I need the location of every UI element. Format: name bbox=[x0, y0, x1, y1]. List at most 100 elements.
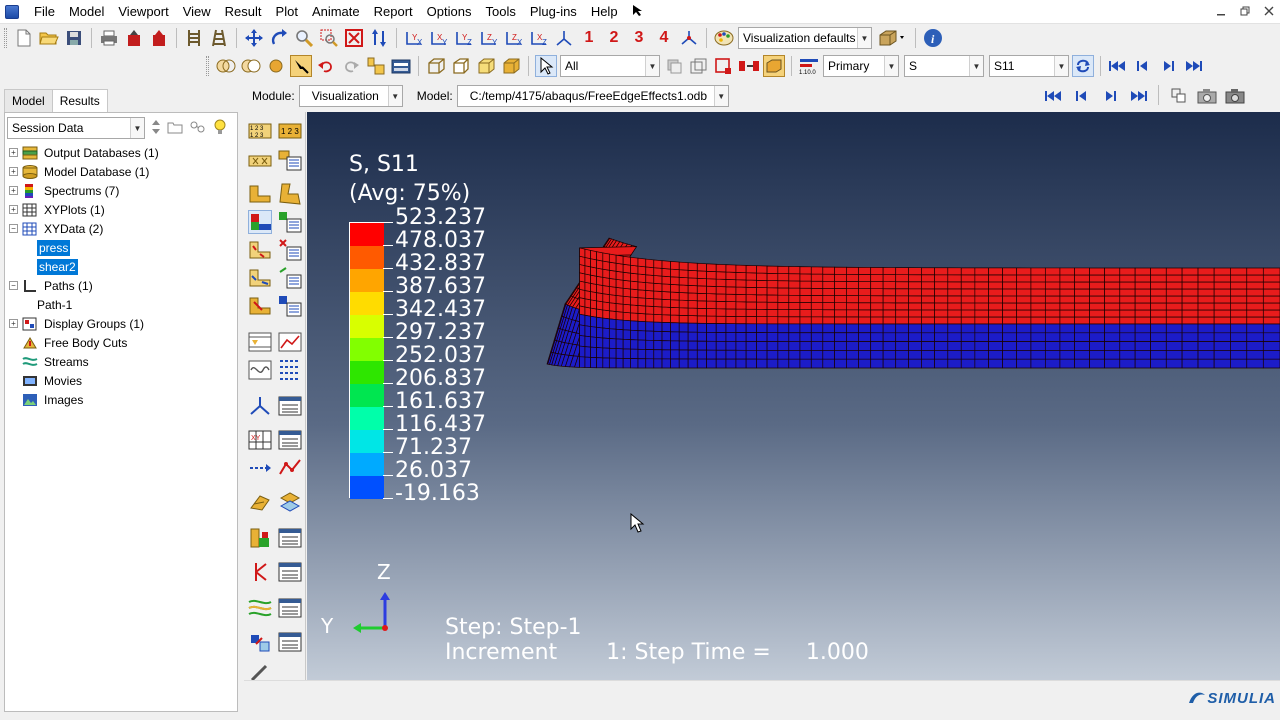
step-1-button[interactable]: 1 bbox=[578, 27, 600, 49]
pan-icon[interactable] bbox=[243, 27, 265, 49]
view-zy-icon[interactable]: ZY bbox=[478, 27, 500, 49]
menu-file[interactable]: File bbox=[27, 0, 62, 24]
camera-icon[interactable] bbox=[1196, 85, 1218, 107]
menu-tools[interactable]: Tools bbox=[478, 0, 522, 24]
link-viewports-icon[interactable] bbox=[1168, 85, 1190, 107]
menu-options[interactable]: Options bbox=[420, 0, 479, 24]
view-zx-icon[interactable]: ZX bbox=[503, 27, 525, 49]
selection-options-icon[interactable] bbox=[663, 55, 685, 77]
tree-node-xydata[interactable]: − XYData (2) bbox=[5, 219, 237, 238]
next-frame-icon[interactable] bbox=[1099, 85, 1121, 107]
close-icon[interactable] bbox=[1264, 6, 1274, 19]
view-yx-icon[interactable]: XY bbox=[428, 27, 450, 49]
contour-options-icon[interactable] bbox=[278, 210, 302, 234]
next-frame-icon[interactable] bbox=[1157, 55, 1179, 77]
tree-node-paths[interactable]: − Paths (1) bbox=[5, 276, 237, 295]
plot-contours-deformed-icon[interactable] bbox=[278, 182, 302, 206]
display-group-icon[interactable] bbox=[688, 55, 710, 77]
ladder-icon[interactable] bbox=[183, 27, 205, 49]
tree-node-free-body-cuts[interactable]: Free Body Cuts bbox=[5, 333, 237, 352]
box-select-icon[interactable] bbox=[713, 55, 735, 77]
first-frame-icon[interactable] bbox=[1043, 85, 1065, 107]
shaded-box-icon[interactable] bbox=[475, 55, 497, 77]
plot-display-group-icon[interactable] bbox=[248, 526, 272, 550]
fe-mesh[interactable] bbox=[307, 112, 1280, 680]
collapse-minus-icon[interactable]: − bbox=[9, 281, 18, 290]
step-2-button[interactable]: 2 bbox=[603, 27, 625, 49]
tree-node-shear2[interactable]: shear2 bbox=[5, 257, 237, 276]
rotate-icon[interactable] bbox=[268, 27, 290, 49]
view-xz-icon[interactable]: XZ bbox=[528, 27, 550, 49]
toolbar-grip[interactable] bbox=[4, 28, 7, 48]
display-group-manager-icon[interactable] bbox=[278, 526, 302, 550]
perspective-off-icon[interactable] bbox=[425, 55, 447, 77]
sync-icon[interactable] bbox=[1072, 55, 1094, 77]
palette-icon[interactable] bbox=[713, 27, 735, 49]
allow-multiple-icon[interactable] bbox=[248, 148, 272, 172]
select-cursor-icon[interactable] bbox=[535, 55, 557, 77]
tree-node-movies[interactable]: Movies bbox=[5, 371, 237, 390]
view-xy-icon[interactable]: YX bbox=[403, 27, 425, 49]
render-shaded-icon[interactable] bbox=[265, 55, 287, 77]
render-wireframe-icon[interactable] bbox=[215, 55, 237, 77]
restore-icon[interactable] bbox=[1240, 6, 1250, 19]
animate-time-history-icon[interactable] bbox=[278, 330, 302, 354]
plot-contours-icon[interactable] bbox=[248, 210, 272, 234]
plot-contours-undeformed-icon[interactable] bbox=[248, 182, 272, 206]
whats-this-icon[interactable] bbox=[625, 3, 651, 20]
plot-multiple-options-icon[interactable] bbox=[278, 294, 302, 318]
magnify-icon[interactable] bbox=[293, 27, 315, 49]
primary-variable-select[interactable]: Primary ▼ bbox=[823, 55, 899, 77]
query-icon[interactable] bbox=[290, 55, 312, 77]
triad-view-icon[interactable] bbox=[678, 27, 700, 49]
lightbulb-icon[interactable] bbox=[213, 118, 227, 139]
xy-data-manager-icon[interactable] bbox=[278, 428, 302, 452]
tree-node-press[interactable]: press bbox=[5, 238, 237, 257]
iso-view-icon[interactable] bbox=[553, 27, 575, 49]
app-icon[interactable] bbox=[5, 4, 19, 19]
expand-plus-icon[interactable]: + bbox=[9, 148, 18, 157]
plot-undeformed-icon[interactable]: 1 2 31 2 3 bbox=[248, 120, 272, 144]
view-cut-icon[interactable] bbox=[248, 394, 272, 418]
save-icon[interactable] bbox=[63, 27, 85, 49]
free-body-plot-icon[interactable] bbox=[248, 630, 272, 654]
chevron-down-icon[interactable]: ▼ bbox=[857, 28, 871, 48]
replace-selected-icon[interactable] bbox=[738, 55, 760, 77]
auto-fit-icon[interactable] bbox=[343, 27, 365, 49]
minimize-icon[interactable] bbox=[1216, 6, 1226, 19]
menu-view[interactable]: View bbox=[176, 0, 218, 24]
tree-node-streams[interactable]: Streams bbox=[5, 352, 237, 371]
animate-harmonic-icon[interactable] bbox=[248, 358, 272, 382]
print-icon[interactable] bbox=[98, 27, 120, 49]
perspective-on-icon[interactable] bbox=[450, 55, 472, 77]
animate-scale-factor-icon[interactable] bbox=[248, 330, 272, 354]
first-frame-icon[interactable] bbox=[1107, 55, 1129, 77]
menu-report[interactable]: Report bbox=[367, 0, 420, 24]
output-variable-select[interactable]: S ▼ bbox=[904, 55, 984, 77]
chevron-down-icon[interactable]: ▼ bbox=[969, 56, 983, 76]
ladder-tilted-icon[interactable] bbox=[208, 27, 230, 49]
redo-icon[interactable] bbox=[340, 55, 362, 77]
tab-model[interactable]: Model bbox=[4, 89, 53, 112]
previous-frame-icon[interactable] bbox=[1132, 55, 1154, 77]
common-options-icon[interactable] bbox=[278, 148, 302, 172]
menu-result[interactable]: Result bbox=[218, 0, 269, 24]
last-frame-icon[interactable] bbox=[1182, 55, 1204, 77]
tree-node-spectrums[interactable]: + Spectrums (7) bbox=[5, 181, 237, 200]
view-manager-icon[interactable] bbox=[365, 55, 387, 77]
plot-multiple-icon[interactable] bbox=[248, 294, 272, 318]
expand-plus-icon[interactable]: + bbox=[9, 319, 18, 328]
render-hidden-icon[interactable] bbox=[240, 55, 262, 77]
display-group-box-icon[interactable] bbox=[763, 55, 785, 77]
animation-options-icon[interactable] bbox=[278, 358, 302, 382]
chevron-down-icon[interactable]: ▼ bbox=[387, 86, 402, 106]
plot-xy-curve-icon[interactable] bbox=[278, 456, 302, 480]
selection-filter-select[interactable]: All ▼ bbox=[560, 55, 660, 77]
step-3-button[interactable]: 3 bbox=[628, 27, 650, 49]
tree-node-path-1[interactable]: Path-1 bbox=[5, 295, 237, 314]
menu-viewport[interactable]: Viewport bbox=[111, 0, 175, 24]
menu-plugins[interactable]: Plug-ins bbox=[523, 0, 584, 24]
camera-settings-icon[interactable] bbox=[1224, 85, 1246, 107]
plot-symbols-icon[interactable] bbox=[248, 238, 272, 262]
free-body-create-icon[interactable] bbox=[278, 490, 302, 514]
